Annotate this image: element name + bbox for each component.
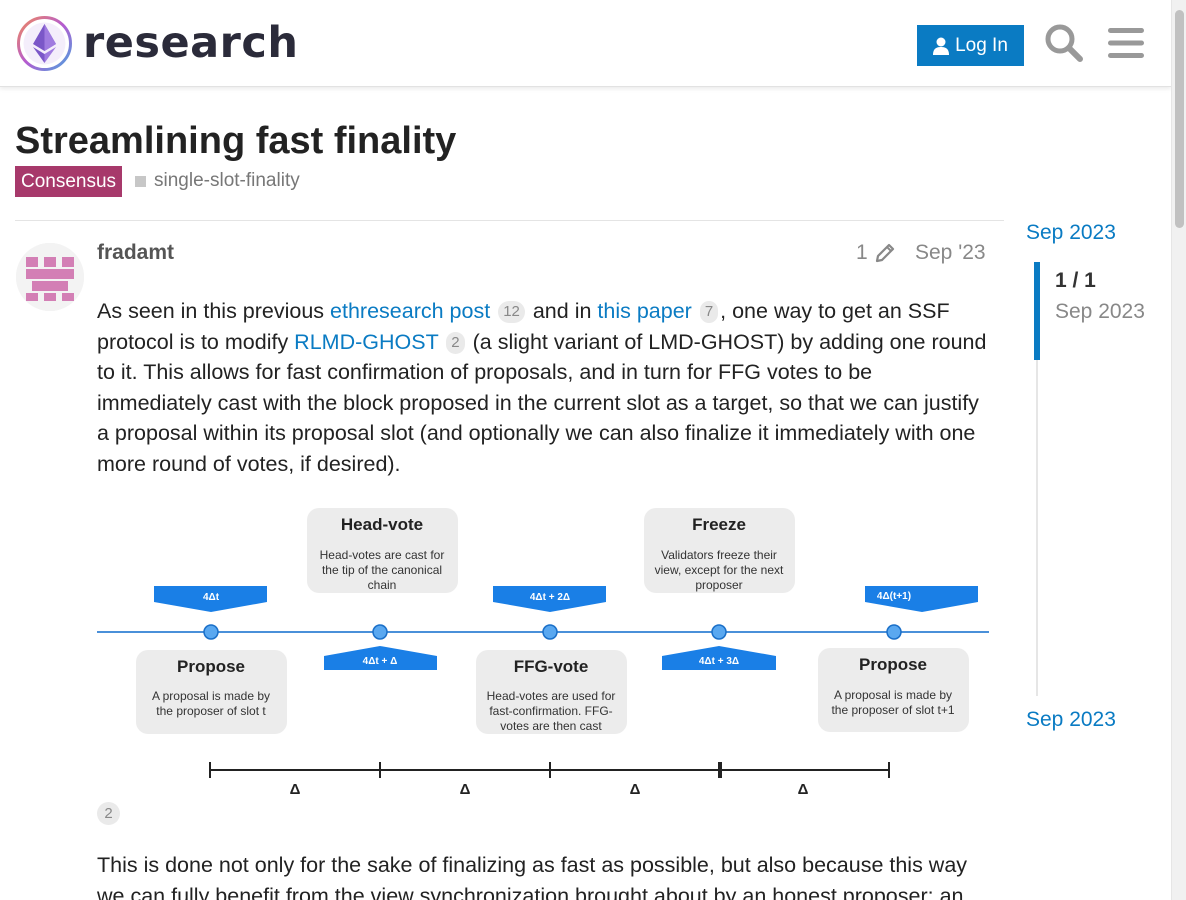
- svg-text:4Δt + Δ: 4Δt + Δ: [363, 656, 398, 667]
- svg-text:Propose: Propose: [859, 655, 927, 674]
- tag-square-icon: [135, 175, 146, 187]
- diagram-box-head-vote: Head-vote Head-votes are cast for the ti…: [307, 508, 458, 593]
- svg-text:the proposer of slot t: the proposer of slot t: [156, 704, 266, 718]
- diagram-marker-top-3: 4Δ(t+1): [865, 586, 978, 612]
- link-this-paper[interactable]: this paper: [597, 299, 691, 323]
- timeline-end-date[interactable]: Sep 2023: [1026, 708, 1116, 732]
- svg-text:chain: chain: [368, 578, 397, 592]
- svg-text:the tip of the canonical: the tip of the canonical: [322, 563, 442, 577]
- topic-title[interactable]: Streamlining fast finality: [15, 120, 456, 163]
- topic-tag[interactable]: single-slot-finality: [135, 170, 300, 192]
- diagram-marker-top-2: 4Δt + 2Δ: [493, 586, 606, 612]
- avatar-identicon-icon: [16, 243, 84, 311]
- svg-text:Δ: Δ: [290, 781, 301, 798]
- diagram-box-propose-t1: Propose A proposal is made by the propos…: [818, 648, 969, 732]
- diagram-marker-bottom-1: 4Δt + Δ: [324, 646, 437, 670]
- login-label: Log In: [955, 34, 1008, 56]
- site-logo[interactable]: research: [16, 15, 298, 72]
- ssf-timeline-diagram[interactable]: Head-vote Head-votes are cast for the ti…: [97, 500, 989, 800]
- login-button[interactable]: Log In: [917, 25, 1024, 66]
- svg-text:the proposer of slot t+1: the proposer of slot t+1: [831, 703, 954, 717]
- svg-text:4Δt + 3Δ: 4Δt + 3Δ: [699, 656, 739, 667]
- svg-text:fast-confirmation. FFG-: fast-confirmation. FFG-: [489, 704, 612, 718]
- svg-text:Δ: Δ: [630, 781, 641, 798]
- text-segment: and in: [526, 299, 598, 323]
- svg-text:Validators freeze their: Validators freeze their: [661, 548, 777, 562]
- svg-text:proposer: proposer: [695, 578, 742, 592]
- post-date[interactable]: Sep '23: [915, 241, 986, 265]
- svg-text:Head-votes are cast for: Head-votes are cast for: [320, 548, 445, 562]
- svg-text:Freeze: Freeze: [692, 515, 746, 534]
- category-badge[interactable]: Consensus: [15, 166, 123, 197]
- diagram-delta-labels: Δ Δ Δ Δ: [290, 781, 809, 798]
- timeline-scroller-handle[interactable]: [1034, 262, 1040, 360]
- timeline-handle-date: Sep 2023: [1055, 300, 1145, 323]
- link-click-count: 2: [446, 331, 465, 354]
- edit-count: 1: [856, 241, 868, 264]
- site-name: research: [83, 18, 299, 68]
- diagram-marker-bottom-2: 4Δt + 3Δ: [662, 646, 776, 670]
- link-rlmd-ghost[interactable]: RLMD-GHOST: [294, 330, 438, 354]
- search-button[interactable]: [1043, 22, 1085, 64]
- diagram-box-propose-t: Propose A proposal is made by the propos…: [136, 650, 287, 734]
- svg-text:4Δt: 4Δt: [203, 592, 220, 603]
- scrollbar-thumb[interactable]: [1175, 10, 1184, 228]
- svg-text:view, except for the next: view, except for the next: [655, 563, 784, 577]
- image-click-count: 2: [97, 802, 120, 825]
- post-paragraph-2: This is done not only for the sake of fi…: [97, 853, 968, 900]
- svg-text:4Δt + 2Δ: 4Δt + 2Δ: [530, 592, 570, 603]
- post-username[interactable]: fradamt: [97, 241, 174, 265]
- text-segment: As seen in this previous: [97, 299, 331, 323]
- tag-label: single-slot-finality: [154, 170, 300, 191]
- svg-text:FFG-vote: FFG-vote: [514, 657, 589, 676]
- pencil-icon: [875, 243, 894, 263]
- svg-text:Head-votes are used for: Head-votes are used for: [487, 689, 616, 703]
- svg-text:Δ: Δ: [460, 781, 471, 798]
- svg-text:Head-vote: Head-vote: [341, 515, 423, 534]
- avatar[interactable]: [16, 243, 84, 311]
- diagram-box-ffg-vote: FFG-vote Head-votes are used for fast-co…: [476, 650, 627, 734]
- post-paragraph-1: As seen in this previous ethresearch pos…: [97, 296, 987, 480]
- svg-text:A proposal is made by: A proposal is made by: [834, 688, 952, 702]
- post-edits[interactable]: 1: [856, 241, 896, 265]
- page-scrollbar[interactable]: [1171, 0, 1186, 900]
- svg-text:4Δ(t+1): 4Δ(t+1): [877, 591, 911, 602]
- svg-text:votes are then cast: votes are then cast: [500, 719, 602, 733]
- svg-text:Propose: Propose: [177, 657, 245, 676]
- site-header: research Log In: [0, 0, 1171, 87]
- menu-icon: [1108, 28, 1144, 58]
- link-ethresearch-post[interactable]: ethresearch post: [330, 299, 490, 323]
- svg-text:A proposal is made by: A proposal is made by: [152, 689, 270, 703]
- hamburger-menu-button[interactable]: [1105, 22, 1147, 64]
- divider: [15, 220, 1004, 221]
- link-click-count: 12: [498, 301, 525, 323]
- svg-text:Δ: Δ: [798, 781, 809, 798]
- link-click-count: 7: [699, 301, 719, 323]
- ethereum-logo-icon: [17, 16, 72, 71]
- diagram-box-freeze: Freeze Validators freeze their view, exc…: [644, 508, 795, 593]
- timeline-start-date[interactable]: Sep 2023: [1026, 221, 1116, 245]
- diagram-delta-scale: [209, 762, 890, 778]
- timeline-post-count: 1 / 1: [1055, 269, 1096, 292]
- user-icon: [933, 37, 950, 55]
- search-icon: [1045, 24, 1083, 62]
- diagram-marker-top-1: 4Δt: [154, 586, 267, 612]
